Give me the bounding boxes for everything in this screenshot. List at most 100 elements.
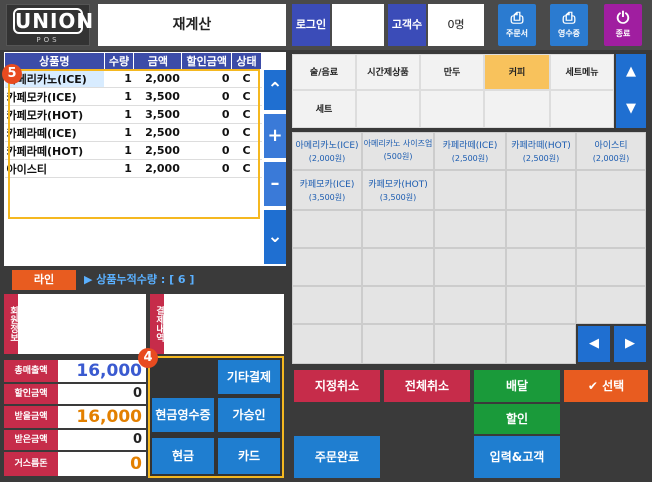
product-iced-tea[interactable]: 아이스티 (2,000원) bbox=[576, 132, 646, 170]
category-dumplings[interactable]: 만두 bbox=[420, 54, 484, 90]
input-customer-button[interactable]: 입력&고객 bbox=[474, 436, 560, 478]
received-label: 받은금액 bbox=[4, 430, 58, 450]
qty-plus-button[interactable]: + bbox=[264, 114, 286, 158]
product-name: 아이스티 bbox=[594, 141, 628, 151]
product-price: (3,500원) bbox=[379, 193, 417, 202]
table-row[interactable]: 카페라떼(HOT) 1 2,500 0 C bbox=[4, 141, 262, 160]
qty-minus-button[interactable]: – bbox=[264, 162, 286, 206]
payment-detail-panel bbox=[164, 294, 284, 354]
member-info-panel bbox=[18, 294, 146, 354]
login-label: 로그인 bbox=[292, 4, 330, 46]
category-empty bbox=[550, 90, 614, 128]
discount-button[interactable]: 할인 bbox=[474, 404, 560, 434]
product-americano-ice[interactable]: 아메리카노(ICE) (2,000원) bbox=[292, 132, 362, 170]
product-empty bbox=[506, 210, 576, 248]
scroll-down-button[interactable]: ⌄ bbox=[264, 210, 286, 264]
cash-receipt-button[interactable]: 현금영수증 bbox=[152, 398, 214, 432]
change-label: 거스름돈 bbox=[4, 452, 58, 476]
member-info-label: 회원정보 bbox=[4, 294, 18, 354]
product-latte-ice[interactable]: 카페라떼(ICE) (2,500원) bbox=[434, 132, 506, 170]
product-americano-sizeup[interactable]: 아메리카노 사이즈업 (500원) bbox=[362, 132, 434, 170]
accumulated-quantity: ▶ 상품누적수량 : [ 6 ] bbox=[84, 273, 195, 286]
receipt-button[interactable]: ⎙ 영수증 bbox=[550, 4, 588, 46]
category-drinks[interactable]: 술/음료 bbox=[292, 54, 356, 90]
category-set-menu[interactable]: 세트메뉴 bbox=[550, 54, 614, 90]
category-coffee[interactable]: 커피 bbox=[484, 54, 550, 90]
table-row[interactable]: 카페모카(HOT) 1 3,500 0 C bbox=[4, 105, 262, 124]
product-empty bbox=[434, 210, 506, 248]
product-price: (2,000원) bbox=[308, 154, 346, 163]
complete-order-button[interactable]: 주문완료 bbox=[294, 436, 380, 478]
product-mocha-hot[interactable]: 카페모카(HOT) (3,500원) bbox=[362, 170, 434, 210]
product-empty bbox=[292, 286, 362, 324]
customer-count-value[interactable]: 0명 bbox=[428, 4, 484, 46]
product-name: 카페라떼(HOT) bbox=[511, 141, 571, 151]
cancel-selected-button[interactable]: 지정취소 bbox=[294, 370, 380, 402]
product-next-button[interactable]: ▶ bbox=[614, 326, 646, 362]
chevron-up-icon: ⌃ bbox=[267, 79, 283, 100]
product-latte-hot[interactable]: 카페라떼(HOT) (2,500원) bbox=[506, 132, 576, 170]
scroll-up-button[interactable]: ⌃ bbox=[264, 70, 286, 110]
row-amount: 2,000 bbox=[133, 69, 182, 88]
category-timed-products[interactable]: 시간제상품 bbox=[356, 54, 420, 90]
delivery-button[interactable]: 배달 bbox=[474, 370, 560, 402]
change-value: 0 bbox=[58, 452, 146, 476]
product-empty bbox=[506, 248, 576, 286]
product-empty bbox=[506, 170, 576, 210]
product-price: (2,500원) bbox=[522, 154, 560, 163]
table-row[interactable]: 아이스티 1 2,000 0 C bbox=[4, 159, 262, 178]
logo-subtext: POS bbox=[36, 36, 60, 44]
row-status: C bbox=[231, 141, 262, 160]
provisional-approval-button[interactable]: 가승인 bbox=[218, 398, 280, 432]
product-empty bbox=[506, 286, 576, 324]
exit-button[interactable]: ⏻ 종료 bbox=[604, 4, 642, 46]
other-payment-button[interactable]: 기타결제 bbox=[218, 360, 280, 394]
product-empty bbox=[292, 210, 362, 248]
discount-amount-value: 0 bbox=[58, 384, 146, 404]
row-qty: 1 bbox=[104, 159, 134, 178]
product-empty bbox=[434, 170, 506, 210]
select-button[interactable]: ✔ 선택 bbox=[564, 370, 648, 402]
product-mocha-ice[interactable]: 카페모카(ICE) (3,500원) bbox=[292, 170, 362, 210]
row-qty: 1 bbox=[104, 123, 134, 142]
table-row[interactable]: 카페라떼(ICE) 1 2,500 0 C bbox=[4, 123, 262, 142]
product-price: (500원) bbox=[383, 152, 413, 161]
product-empty bbox=[292, 248, 362, 286]
product-empty bbox=[292, 324, 362, 364]
category-up-button[interactable]: ▲ bbox=[616, 54, 646, 90]
login-value[interactable] bbox=[332, 4, 384, 46]
category-empty bbox=[356, 90, 420, 128]
table-row[interactable]: 아메리카노(ICE) 1 2,000 0 C bbox=[4, 69, 262, 88]
row-name: 카페모카(HOT) bbox=[4, 105, 105, 124]
cash-button[interactable]: 현금 bbox=[152, 438, 214, 474]
plus-icon: + bbox=[267, 125, 283, 146]
row-discount: 0 bbox=[181, 123, 232, 142]
row-qty: 1 bbox=[104, 87, 134, 106]
chevron-down-icon: ⌄ bbox=[267, 226, 283, 247]
screen-title: 재계산 bbox=[98, 4, 286, 46]
product-empty bbox=[576, 248, 646, 286]
cancel-all-button[interactable]: 전체취소 bbox=[384, 370, 470, 402]
product-empty bbox=[434, 286, 506, 324]
order-sheet-button[interactable]: ⎙ 주문서 bbox=[498, 4, 536, 46]
product-prev-button[interactable]: ◀ bbox=[578, 326, 610, 362]
select-label: 선택 bbox=[602, 379, 625, 393]
category-set[interactable]: 세트 bbox=[292, 90, 356, 128]
product-empty bbox=[362, 248, 434, 286]
row-qty: 1 bbox=[104, 105, 134, 124]
col-qty: 수량 bbox=[103, 52, 135, 70]
minus-icon: – bbox=[270, 173, 280, 194]
product-empty bbox=[434, 324, 506, 364]
row-qty: 1 bbox=[104, 141, 134, 160]
card-button[interactable]: 카드 bbox=[218, 438, 280, 474]
printer-icon: ⎙ bbox=[562, 8, 576, 27]
row-amount: 2,500 bbox=[133, 123, 182, 142]
product-name: 카페라떼(ICE) bbox=[442, 141, 498, 151]
printer-icon: ⎙ bbox=[510, 8, 524, 27]
line-button[interactable]: 라인 bbox=[12, 270, 76, 290]
category-down-button[interactable]: ▼ bbox=[616, 90, 646, 128]
step-badge-5: 5 bbox=[2, 64, 22, 84]
product-name: 카페모카(HOT) bbox=[368, 180, 428, 190]
table-row[interactable]: 카페모카(ICE) 1 3,500 0 C bbox=[4, 87, 262, 106]
product-name: 카페모카(ICE) bbox=[299, 180, 355, 190]
